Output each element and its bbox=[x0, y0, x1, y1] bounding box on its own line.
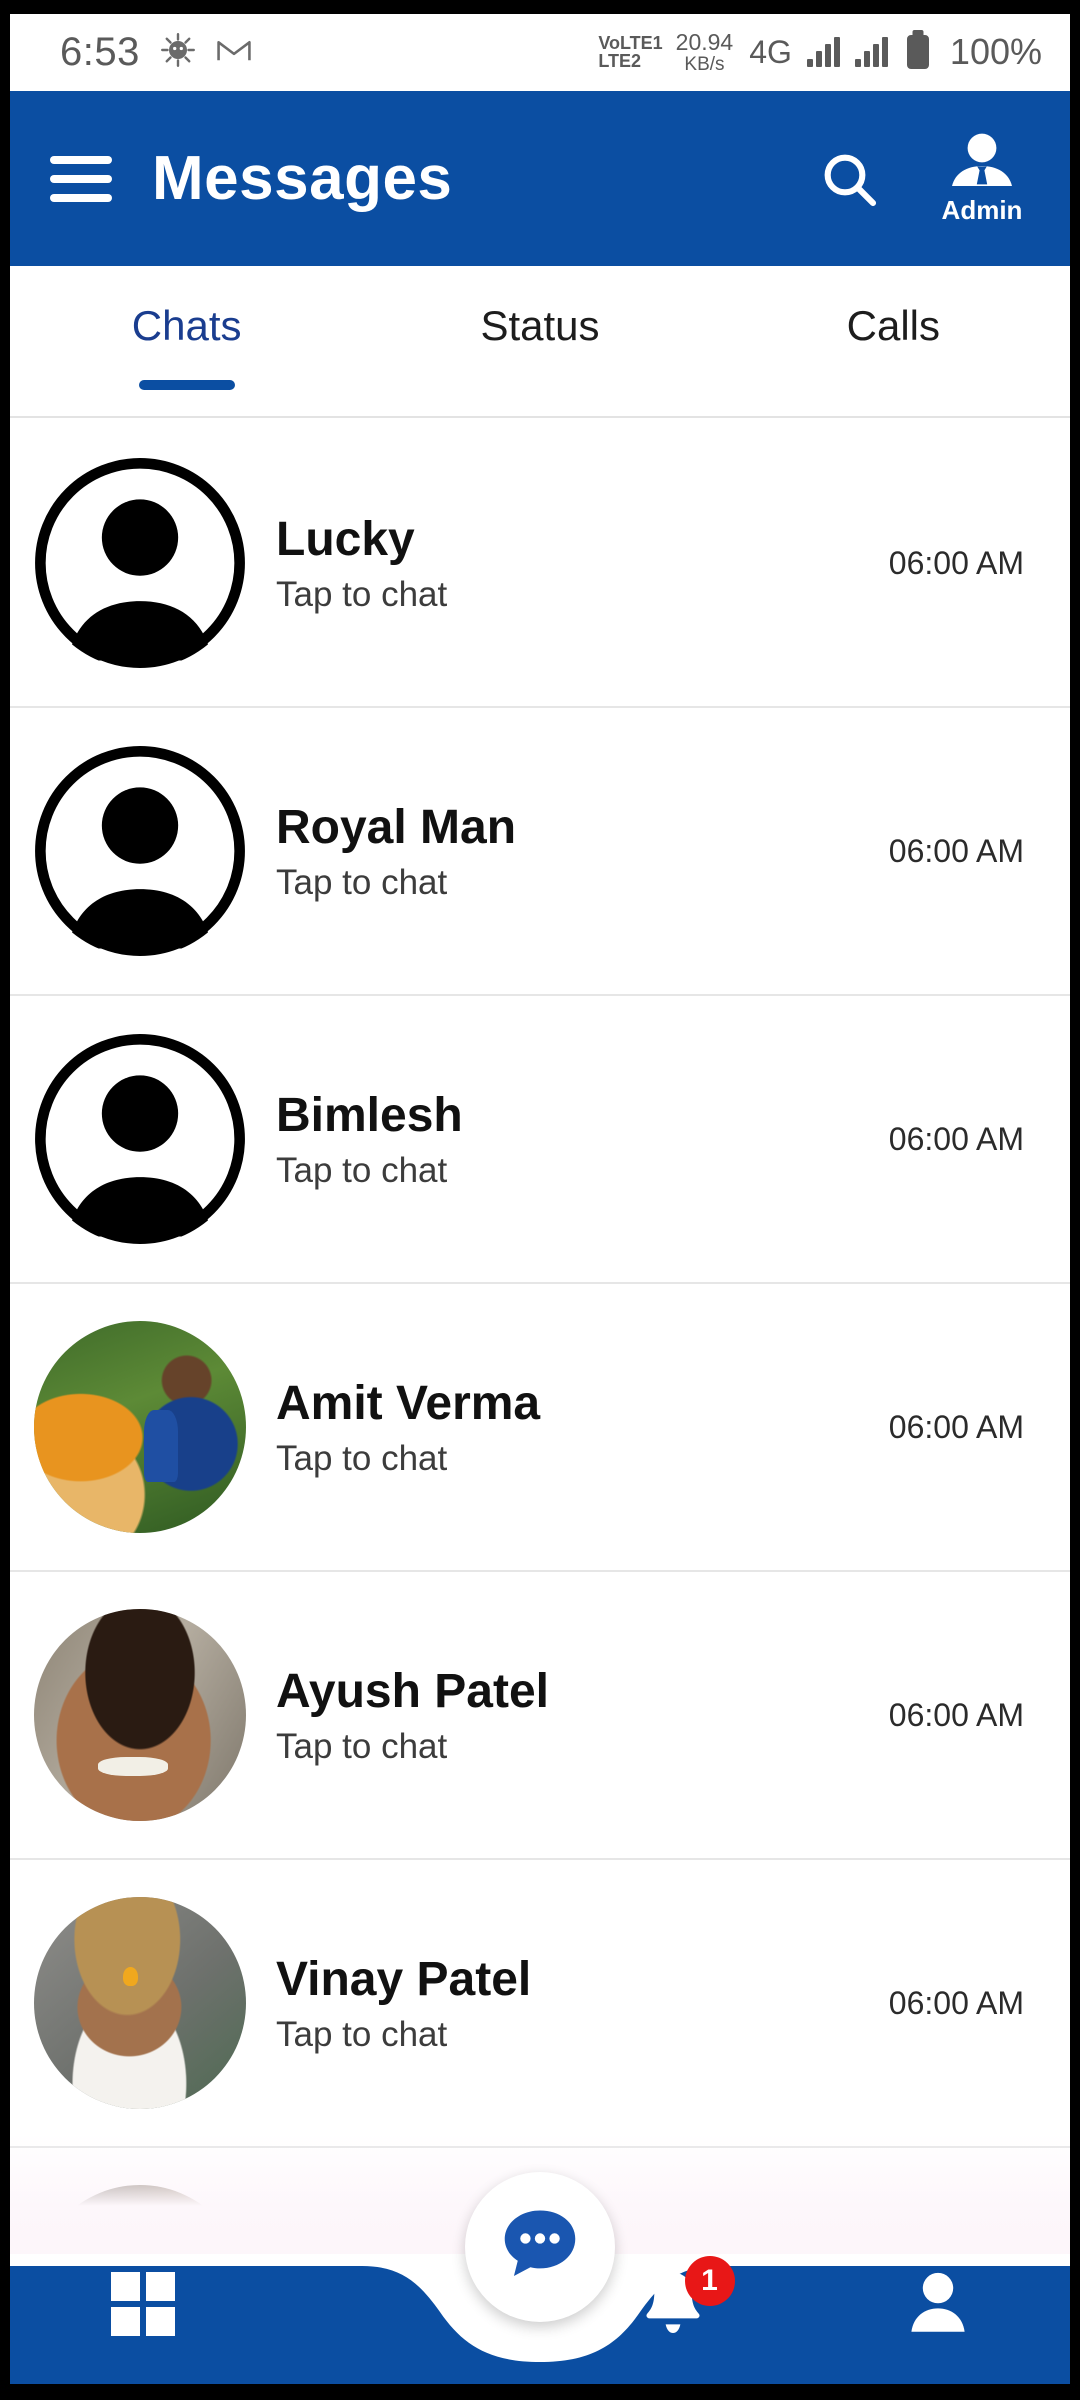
volte-indicator: VoLTE1 LTE2 bbox=[598, 33, 663, 72]
person-silhouette-icon bbox=[35, 746, 245, 956]
device-bezel-bottom bbox=[0, 2384, 1080, 2400]
avatar-photo bbox=[34, 1321, 246, 1533]
status-clock: 6:53 bbox=[60, 30, 140, 74]
chat-contact-name: Vinay Patel bbox=[276, 1952, 532, 2006]
status-bar-right: VoLTE1 LTE2 20.94 KB/s 4G 100% bbox=[598, 30, 1042, 74]
grid-dashboard-icon bbox=[110, 2272, 175, 2336]
default-person-avatar[interactable] bbox=[34, 1033, 246, 1245]
chat-timestamp: 06:00 AM bbox=[888, 544, 1024, 581]
admin-label: Admin bbox=[941, 194, 1023, 225]
device-bezel-right bbox=[1070, 0, 1080, 2400]
tab-status[interactable]: Status bbox=[363, 266, 716, 416]
chat-contact-name: Amit Verma bbox=[276, 1376, 541, 1430]
search-icon[interactable] bbox=[812, 142, 886, 216]
chat-timestamp: 06:00 AM bbox=[888, 832, 1024, 869]
chat-item-texts: Royal Man Tap to chat bbox=[276, 800, 889, 903]
gmail-icon bbox=[216, 36, 252, 69]
tab-calls-label: Calls bbox=[846, 302, 940, 349]
chat-preview-text: Tap to chat bbox=[276, 1726, 448, 1766]
notification-badge: 1 bbox=[684, 2256, 735, 2306]
person-silhouette-icon bbox=[35, 458, 245, 668]
status-bar: 6:53 VoLTE1 LTE2 20.94 KB/s 4G 100% bbox=[10, 14, 1070, 91]
page-title: Messages bbox=[152, 144, 453, 213]
tab-active-indicator bbox=[138, 380, 235, 390]
avatar-photo bbox=[34, 2185, 246, 2210]
chat-list-item[interactable]: Ayush Patel Tap to chat 06:00 AM bbox=[10, 1572, 1070, 1860]
chat-preview-text: Tap to chat bbox=[276, 1438, 448, 1478]
tab-status-label: Status bbox=[480, 302, 600, 349]
tab-calls[interactable]: Calls bbox=[717, 266, 1070, 416]
person-silhouette-icon bbox=[35, 1034, 245, 1244]
chat-list[interactable]: Lucky Tap to chat 06:00 AM Royal Man Tap… bbox=[10, 420, 1070, 2210]
notification-bell-icon: 1 bbox=[633, 2256, 735, 2344]
contact-photo-avatar[interactable] bbox=[34, 2185, 246, 2210]
nav-dashboard-button[interactable] bbox=[10, 2224, 275, 2384]
avatar-photo bbox=[34, 1897, 246, 2109]
phone-screen: 6:53 VoLTE1 LTE2 20.94 KB/s 4G 100% Mess… bbox=[0, 0, 1080, 2400]
avatar-photo bbox=[34, 1609, 246, 1821]
default-person-avatar[interactable] bbox=[34, 745, 246, 957]
device-bezel-top bbox=[0, 0, 1080, 14]
contact-photo-avatar[interactable] bbox=[34, 1609, 246, 1821]
device-bezel-left bbox=[0, 0, 10, 2400]
profile-person-icon bbox=[900, 2264, 976, 2345]
chat-bubble-dots-icon bbox=[494, 2199, 586, 2296]
tab-inactive-indicator bbox=[492, 380, 588, 390]
chat-timestamp: 06:00 AM bbox=[888, 1408, 1024, 1445]
tab-chats[interactable]: Chats bbox=[10, 266, 363, 416]
chat-preview-text: Tap to chat bbox=[276, 574, 448, 614]
chat-item-texts: Lucky Tap to chat bbox=[276, 512, 889, 615]
chat-preview-text: Tap to chat bbox=[276, 1150, 448, 1190]
chat-contact-name: Lucky bbox=[276, 512, 415, 566]
signal-bars-sim2-icon bbox=[854, 37, 888, 68]
contact-photo-avatar[interactable] bbox=[34, 1321, 246, 1533]
network-type-label: 4G bbox=[749, 33, 792, 70]
chat-preview-text: Tap to chat bbox=[276, 2014, 448, 2054]
chat-item-texts: Ayush Patel Tap to chat bbox=[276, 1664, 889, 1767]
new-chat-fab[interactable] bbox=[465, 2172, 615, 2322]
signal-bars-sim1-icon bbox=[806, 37, 840, 68]
app-bar: Messages Admin bbox=[10, 91, 1070, 266]
android-icon bbox=[160, 32, 196, 73]
contact-photo-avatar[interactable] bbox=[34, 1897, 246, 2109]
chat-contact-name: Royal Man bbox=[276, 800, 517, 854]
chat-list-item[interactable]: Bimlesh Tap to chat 06:00 AM bbox=[10, 996, 1070, 1284]
chat-list-item[interactable]: Lucky Tap to chat 06:00 AM bbox=[10, 420, 1070, 708]
chat-timestamp: 06:00 AM bbox=[888, 1120, 1024, 1157]
chat-list-item[interactable]: Vinay Patel Tap to chat 06:00 AM bbox=[10, 1860, 1070, 2148]
tab-chats-label: Chats bbox=[131, 302, 242, 349]
chat-timestamp: 06:00 AM bbox=[888, 1984, 1024, 2021]
tab-inactive-indicator bbox=[845, 380, 941, 390]
chat-item-texts: Vinay Patel Tap to chat bbox=[276, 1952, 889, 2055]
status-bar-left: 6:53 bbox=[60, 30, 252, 75]
chat-list-item[interactable]: Amit Verma Tap to chat 06:00 AM bbox=[10, 1284, 1070, 1572]
tab-bar: Chats Status Calls bbox=[10, 266, 1070, 418]
network-speed-indicator: 20.94 KB/s bbox=[675, 29, 734, 75]
chat-contact-name: Ayush Patel bbox=[276, 1664, 549, 1718]
chat-preview-text: Tap to chat bbox=[276, 862, 448, 902]
chat-item-texts: Bimlesh Tap to chat bbox=[276, 1088, 889, 1191]
chat-timestamp: 06:00 AM bbox=[888, 1696, 1024, 1733]
chat-contact-name: Bimlesh bbox=[276, 1088, 463, 1142]
battery-icon bbox=[906, 35, 929, 70]
nav-profile-button[interactable] bbox=[805, 2224, 1070, 2384]
admin-user-icon bbox=[946, 132, 1018, 193]
admin-account-button[interactable]: Admin bbox=[928, 132, 1036, 226]
hamburger-menu-icon[interactable] bbox=[50, 155, 112, 202]
chat-list-item[interactable]: Royal Man Tap to chat 06:00 AM bbox=[10, 708, 1070, 996]
battery-percent-label: 100% bbox=[949, 31, 1042, 73]
chat-item-texts: Amit Verma Tap to chat bbox=[276, 1376, 889, 1479]
default-person-avatar[interactable] bbox=[34, 457, 246, 669]
